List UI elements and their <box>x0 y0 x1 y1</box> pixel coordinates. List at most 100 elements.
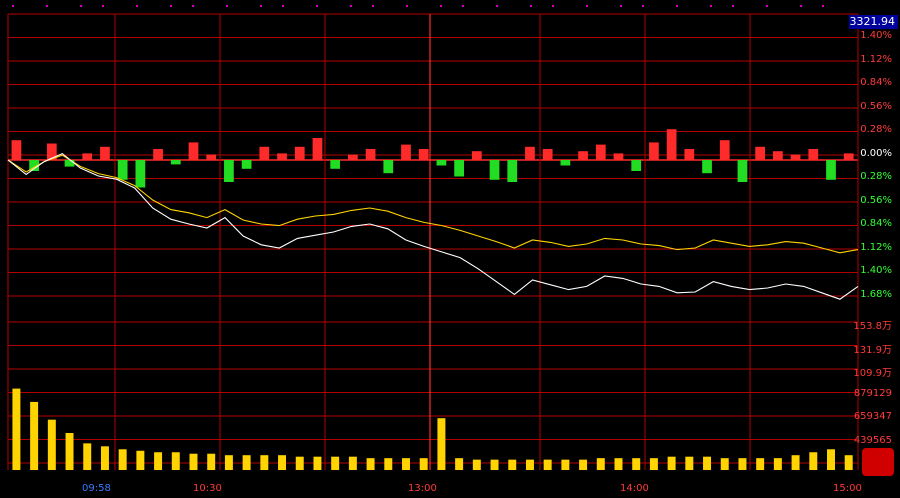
pct-label: 1.68% <box>860 288 892 300</box>
top-marker <box>800 5 802 7</box>
delta-bar <box>737 160 748 182</box>
pct-label: 0.00% <box>860 147 892 159</box>
top-marker <box>642 5 644 7</box>
delta-bar <box>100 146 110 160</box>
top-marker <box>350 5 352 7</box>
delta-bar <box>241 160 252 169</box>
last-price-box: 3321.94 <box>849 15 898 29</box>
delta-bar <box>595 144 606 160</box>
delta-bar <box>525 146 535 160</box>
delta-bar <box>454 160 464 177</box>
top-marker <box>620 5 622 7</box>
top-marker <box>586 5 588 7</box>
pct-label: 0.28% <box>860 171 892 182</box>
delta-bar <box>170 160 181 165</box>
volume-bar <box>614 458 623 470</box>
volume-bar <box>224 455 233 470</box>
delta-bar <box>613 153 624 160</box>
pct-label: 0.56% <box>860 194 892 206</box>
top-marker <box>136 5 138 7</box>
time-label: 13:00 <box>408 483 437 494</box>
volume-bar <box>827 449 835 470</box>
volume-bar <box>809 452 818 470</box>
delta-bar <box>578 151 588 160</box>
volume-bar <box>455 458 464 470</box>
volume-bar <box>791 455 800 470</box>
volume-label: 109.9万 <box>853 368 892 379</box>
volume-bar <box>154 452 163 470</box>
volume-bar <box>649 458 658 470</box>
pct-label: 0.56% <box>860 100 892 112</box>
delta-bar <box>330 160 341 169</box>
delta-bar <box>365 149 376 160</box>
pct-label: 0.84% <box>860 77 892 88</box>
delta-bar <box>719 140 730 160</box>
volume-bar <box>242 455 251 470</box>
top-marker <box>530 5 532 7</box>
top-marker <box>260 5 262 7</box>
delta-bar <box>224 160 234 182</box>
pct-label: 0.28% <box>860 124 892 135</box>
volume-bar <box>437 418 446 470</box>
top-marker <box>372 5 374 7</box>
pct-label: 1.12% <box>860 241 892 253</box>
delta-bar <box>436 160 447 166</box>
delta-bar <box>418 149 429 160</box>
top-marker <box>46 5 48 7</box>
volume-bar <box>756 458 765 470</box>
volume-label: 153.8万 <box>853 321 892 332</box>
delta-bar <box>135 160 146 188</box>
intraday-chart: 3321.94 1.40% 1.12% 0.84% 0.56% 0.28% 0.00% 0.… <box>0 0 900 494</box>
top-marker <box>170 5 172 7</box>
volume-label: 879129 <box>853 387 892 399</box>
volume-bar <box>596 458 605 470</box>
volume-bar <box>632 458 641 470</box>
volume-bar <box>12 388 21 470</box>
delta-bar <box>82 153 93 160</box>
top-marker <box>462 5 464 7</box>
volume-bar <box>508 459 517 470</box>
volume-bar <box>207 453 216 470</box>
delta-bar <box>117 160 128 180</box>
delta-bar <box>259 146 270 160</box>
volume-bar <box>419 458 428 470</box>
volume-bar <box>402 458 410 470</box>
top-marker <box>732 5 734 7</box>
volume-bar <box>490 459 499 470</box>
top-marker <box>676 5 678 7</box>
volume-bar <box>773 458 782 470</box>
top-marker <box>406 5 408 7</box>
volume-bar <box>30 401 39 470</box>
volume-bar <box>189 453 198 470</box>
time-label: 09:58 <box>82 483 111 494</box>
top-marker <box>496 5 498 7</box>
volume-bar <box>313 456 322 470</box>
delta-bar <box>188 142 199 160</box>
top-marker <box>80 5 82 7</box>
volume-bar <box>738 458 747 470</box>
pct-label: 1.40% <box>860 30 892 41</box>
delta-bar <box>401 144 411 160</box>
volume-bar <box>685 456 694 470</box>
delta-bar <box>631 160 642 171</box>
top-marker <box>316 5 318 7</box>
volume-bar <box>348 456 357 470</box>
volume-bar <box>703 456 712 470</box>
volume-bar <box>118 449 127 470</box>
volume-label: 131.9万 <box>853 344 892 356</box>
volume-bar <box>543 459 552 470</box>
volume-bar <box>366 458 375 470</box>
top-marker <box>226 5 228 7</box>
volume-bar <box>579 459 588 470</box>
top-marker <box>552 5 554 7</box>
delta-bar <box>11 140 22 160</box>
top-marker <box>192 5 194 7</box>
time-label: 14:00 <box>620 483 649 494</box>
chart-svg <box>7 5 859 470</box>
delta-bar <box>755 146 766 160</box>
volume-bar <box>844 455 853 470</box>
volume-label: 659347 <box>853 411 892 422</box>
delta-bar <box>702 160 712 174</box>
delta-bar <box>471 151 482 160</box>
delta-bar <box>312 138 323 160</box>
